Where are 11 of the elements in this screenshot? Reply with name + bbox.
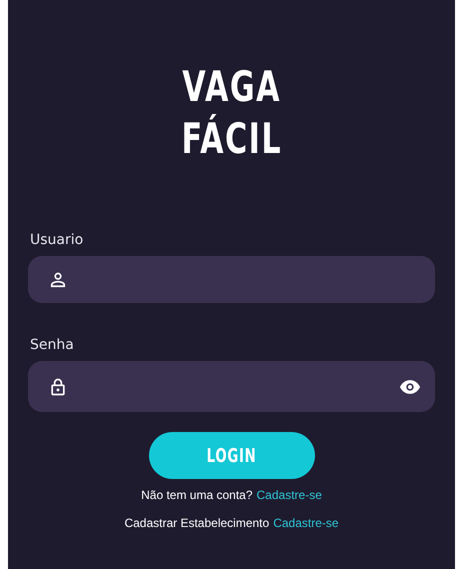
- signup-link[interactable]: Cadastre-se: [273, 516, 339, 530]
- username-field[interactable]: [28, 256, 435, 303]
- field-label: Usuario: [30, 232, 84, 248]
- signup-link[interactable]: Cadastre-se: [256, 488, 322, 502]
- logo-text: FÁCIL: [181, 114, 282, 164]
- user-icon: [48, 270, 68, 290]
- prompt-text: Não tem uma conta?: [141, 488, 253, 502]
- password-field[interactable]: [28, 361, 435, 412]
- logo-text: VAGA: [182, 62, 281, 112]
- prompt-text: Cadastrar Estabelecimento: [124, 516, 270, 530]
- field-label: Senha: [30, 337, 74, 353]
